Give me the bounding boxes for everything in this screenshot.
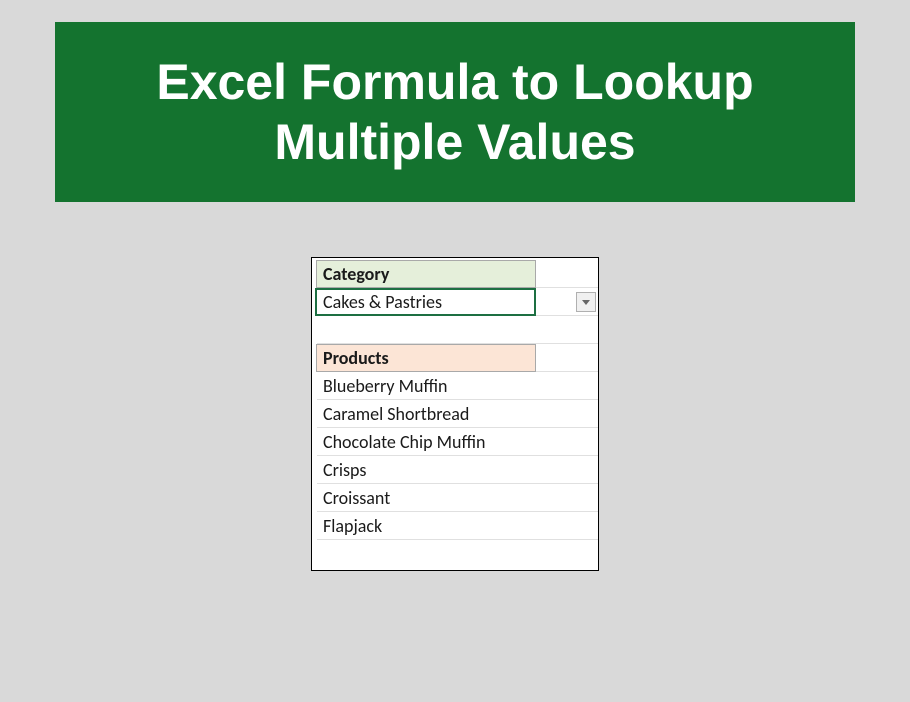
spacer-row — [312, 316, 598, 344]
spacer-row — [312, 540, 598, 568]
products-header-cell: Products — [316, 344, 536, 372]
product-row: Crisps — [312, 456, 598, 484]
empty-cell — [536, 456, 598, 484]
empty-cell — [536, 260, 598, 288]
title-banner: Excel Formula to Lookup Multiple Values — [55, 22, 855, 202]
product-cell: Croissant — [317, 484, 536, 512]
chevron-down-icon — [582, 300, 590, 305]
dropdown-side-cell — [536, 288, 598, 316]
empty-cell — [317, 316, 536, 344]
product-row: Flapjack — [312, 512, 598, 540]
product-row: Croissant — [312, 484, 598, 512]
row-products-header: Products — [312, 344, 598, 372]
product-row: Blueberry Muffin — [312, 372, 598, 400]
product-cell: Flapjack — [317, 512, 536, 540]
product-cell: Blueberry Muffin — [317, 372, 536, 400]
category-header-cell: Category — [316, 260, 536, 288]
empty-cell — [536, 400, 598, 428]
excel-preview: Category Cakes & Pastries Products Blueb… — [311, 257, 599, 571]
empty-cell — [536, 484, 598, 512]
empty-cell — [536, 372, 598, 400]
empty-cell — [317, 540, 536, 568]
product-cell: Chocolate Chip Muffin — [317, 428, 536, 456]
page-title: Excel Formula to Lookup Multiple Values — [95, 52, 815, 172]
product-row: Chocolate Chip Muffin — [312, 428, 598, 456]
product-row: Caramel Shortbread — [312, 400, 598, 428]
row-category-value: Cakes & Pastries — [312, 288, 598, 316]
product-cell: Caramel Shortbread — [317, 400, 536, 428]
empty-cell — [536, 540, 598, 568]
empty-cell — [536, 512, 598, 540]
empty-cell — [536, 344, 598, 372]
dropdown-button[interactable] — [576, 292, 596, 312]
empty-cell — [536, 316, 598, 344]
product-cell: Crisps — [317, 456, 536, 484]
empty-cell — [536, 428, 598, 456]
row-category-header: Category — [312, 260, 598, 288]
category-dropdown-cell[interactable]: Cakes & Pastries — [315, 288, 536, 316]
